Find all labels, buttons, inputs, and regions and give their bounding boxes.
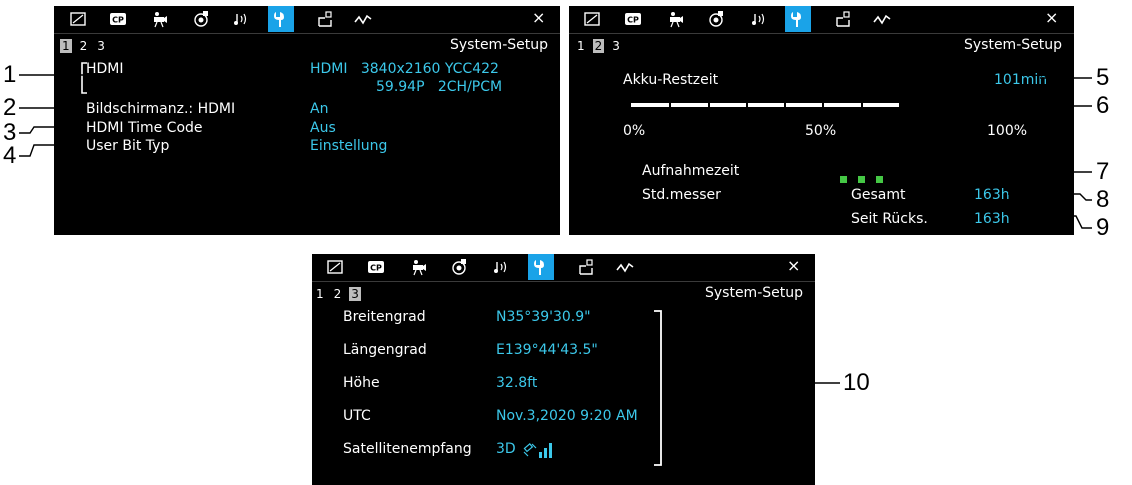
callout-8: 8: [1096, 186, 1110, 213]
callout-4: 4: [3, 142, 17, 169]
callout-line-3: [19, 126, 86, 134]
callout-lines: [19, 74, 1092, 384]
callout-6: 6: [1096, 92, 1110, 119]
callout-2: 2: [3, 94, 17, 121]
callout-1: 1: [3, 61, 17, 88]
callout-9: 9: [1096, 214, 1110, 241]
callout-5: 5: [1096, 64, 1110, 91]
callout-7: 7: [1096, 158, 1110, 185]
callout-10: 10: [843, 369, 870, 396]
callout-line-8: [1008, 193, 1092, 201]
callout-line-4: [19, 144, 86, 157]
callout-line-9: [1008, 215, 1092, 229]
